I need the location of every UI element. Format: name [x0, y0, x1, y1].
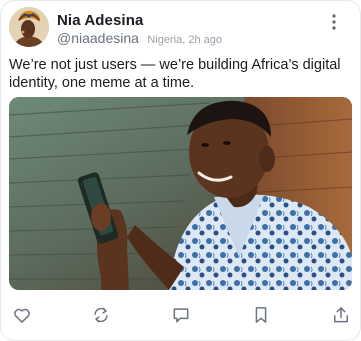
more-vertical-icon — [332, 14, 336, 30]
heart-icon — [14, 308, 30, 323]
comment-icon — [173, 308, 189, 323]
post-card: Nia Adesina @niaadesina Nigeria, 2h ago … — [0, 0, 361, 341]
share-icon — [334, 307, 348, 323]
post-header: Nia Adesina @niaadesina Nigeria, 2h ago — [9, 7, 352, 51]
avatar[interactable] — [9, 7, 49, 47]
post-photo — [9, 97, 352, 290]
bookmark-icon — [255, 307, 267, 323]
more-options-button[interactable] — [326, 13, 342, 31]
repost-button[interactable] — [87, 301, 115, 329]
post-text: We’re not just users — we’re building Af… — [9, 57, 341, 91]
author-meta: @niaadesina Nigeria, 2h ago — [57, 30, 222, 48]
author-name[interactable]: Nia Adesina — [57, 12, 143, 29]
action-bar — [1, 301, 360, 329]
post-location-time: Nigeria, 2h ago — [147, 34, 222, 46]
avatar-image — [9, 7, 49, 47]
post-image[interactable] — [9, 97, 352, 290]
like-button[interactable] — [8, 301, 36, 329]
bookmark-button[interactable] — [247, 301, 275, 329]
repost-icon — [94, 307, 108, 323]
share-button[interactable] — [327, 301, 355, 329]
author-handle[interactable]: @niaadesina — [57, 30, 139, 46]
comment-button[interactable] — [167, 301, 195, 329]
